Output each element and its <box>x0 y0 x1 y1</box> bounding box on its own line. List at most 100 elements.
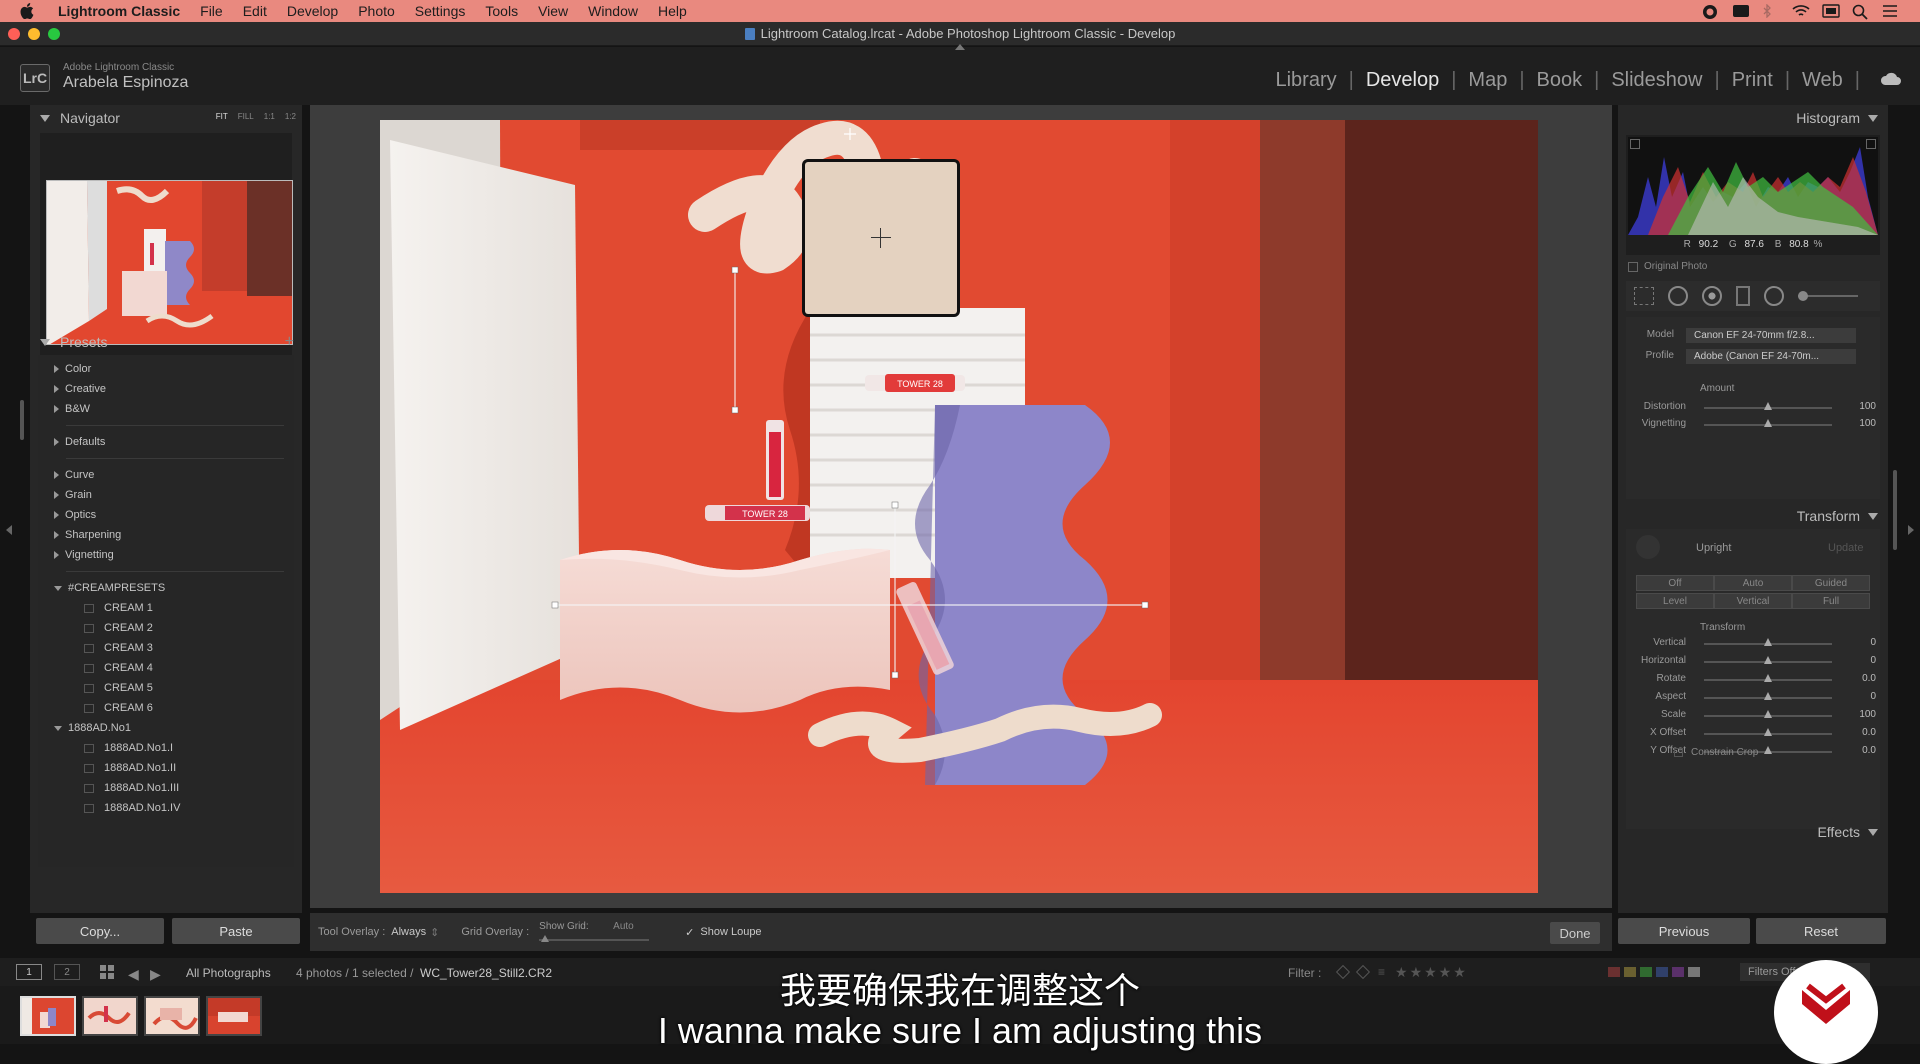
zoom-window-button[interactable] <box>48 28 60 40</box>
preset-group-vignetting[interactable]: Vignetting <box>38 545 294 565</box>
preset-item[interactable]: CREAM 1 <box>38 598 294 618</box>
preset-item[interactable]: CREAM 4 <box>38 658 294 678</box>
vertical-value[interactable]: 0 <box>1870 637 1876 648</box>
preset-folder-creampresets[interactable]: #CREAMPRESETS <box>38 578 294 598</box>
tool-overlay-select[interactable]: Always <box>391 926 426 938</box>
upright-auto-button[interactable]: Auto <box>1714 575 1792 591</box>
menu-photo[interactable]: Photo <box>348 3 405 19</box>
module-map[interactable]: Map <box>1456 69 1519 92</box>
brush-size-slider[interactable] <box>1798 291 1858 301</box>
slider-knob[interactable] <box>1764 656 1772 664</box>
reset-button[interactable]: Reset <box>1756 918 1886 944</box>
preset-item[interactable]: CREAM 2 <box>38 618 294 638</box>
apple-icon[interactable] <box>18 2 36 20</box>
menu-window[interactable]: Window <box>578 3 648 19</box>
menu-view[interactable]: View <box>528 3 578 19</box>
rotate-value[interactable]: 0.0 <box>1862 673 1876 684</box>
shadow-clipping-indicator[interactable] <box>1630 139 1640 149</box>
previous-button[interactable]: Previous <box>1618 918 1750 944</box>
preset-group-color[interactable]: Color <box>38 359 294 379</box>
show-loupe-checkbox[interactable]: ✓ <box>685 926 694 939</box>
menu-app-name[interactable]: Lightroom Classic <box>52 3 190 19</box>
nav-1-1-option[interactable]: 1:1 <box>264 112 275 121</box>
slider-knob[interactable] <box>1764 746 1772 754</box>
menu-develop[interactable]: Develop <box>277 3 348 19</box>
target-adjust-icon[interactable] <box>1636 535 1660 559</box>
grid-opacity-slider[interactable] <box>539 939 650 941</box>
slider-knob[interactable] <box>1764 728 1772 736</box>
constrain-crop-toggle[interactable]: Constrain Crop <box>1674 747 1758 758</box>
preset-group-sharpening[interactable]: Sharpening <box>38 525 294 545</box>
upright-level-button[interactable]: Level <box>1636 593 1714 609</box>
preset-item[interactable]: CREAM 3 <box>38 638 294 658</box>
transform-header[interactable]: Transform <box>1618 503 1888 529</box>
menu-edit[interactable]: Edit <box>233 3 277 19</box>
slider-knob[interactable] <box>1764 638 1772 646</box>
presets-header[interactable]: Presets + <box>30 329 302 355</box>
x-offset-value[interactable]: 0.0 <box>1862 727 1876 738</box>
slider-knob[interactable] <box>1764 674 1772 682</box>
collapse-right-panel-icon[interactable] <box>1908 525 1914 535</box>
module-library[interactable]: Library <box>1263 69 1348 92</box>
navigator-header[interactable]: Navigator FIT FILL 1:1 1:2 <box>30 105 302 131</box>
slider-knob[interactable] <box>1764 692 1772 700</box>
upright-guided-button[interactable]: Guided <box>1792 575 1870 591</box>
preset-folder-1888ad[interactable]: 1888AD.No1 <box>38 718 294 738</box>
screen-share-icon[interactable] <box>1732 4 1749 18</box>
original-photo-toggle[interactable]: Original Photo <box>1628 261 1707 272</box>
slider-knob[interactable] <box>1798 291 1808 301</box>
record-icon[interactable] <box>1702 4 1718 19</box>
menu-settings[interactable]: Settings <box>405 3 476 19</box>
module-slideshow[interactable]: Slideshow <box>1599 69 1714 92</box>
horizontal-value[interactable]: 0 <box>1870 655 1876 666</box>
preset-group-bw[interactable]: B&W <box>38 399 294 419</box>
collapse-triangle-icon[interactable] <box>1868 114 1878 122</box>
close-window-button[interactable] <box>8 28 20 40</box>
menu-help[interactable]: Help <box>648 3 697 19</box>
highlight-clipping-indicator[interactable] <box>1866 139 1876 149</box>
aspect-value[interactable]: 0 <box>1870 691 1876 702</box>
navigator-thumbnail[interactable] <box>46 180 293 345</box>
collapse-top-panel-icon[interactable] <box>955 44 965 50</box>
preset-item[interactable]: 1888AD.No1.I <box>38 738 294 758</box>
left-panel-scrollbar[interactable] <box>20 400 24 440</box>
preset-group-creative[interactable]: Creative <box>38 379 294 399</box>
preset-item[interactable]: 1888AD.No1.II <box>38 758 294 778</box>
preset-item[interactable]: 1888AD.No1.IV <box>38 798 294 818</box>
collapse-triangle-icon[interactable] <box>40 114 50 122</box>
preset-item[interactable]: CREAM 5 <box>38 678 294 698</box>
module-web[interactable]: Web <box>1790 69 1855 92</box>
upright-full-button[interactable]: Full <box>1792 593 1870 609</box>
preset-group-defaults[interactable]: Defaults <box>38 432 294 452</box>
add-preset-button[interactable]: + <box>285 333 294 351</box>
lens-model-select[interactable]: Canon EF 24-70mm f/2.8... <box>1686 328 1856 343</box>
image-canvas[interactable]: TOWER 28 TOWER 28 <box>310 105 1612 908</box>
distortion-value[interactable]: 100 <box>1859 401 1876 412</box>
wifi-icon[interactable] <box>1792 4 1810 18</box>
spot-removal-icon[interactable] <box>1668 286 1688 306</box>
bluetooth-icon[interactable] <box>1762 3 1778 19</box>
spotlight-search-icon[interactable] <box>1852 4 1868 20</box>
constrain-crop-checkbox[interactable] <box>1674 748 1683 757</box>
copy-settings-button[interactable]: Copy... <box>36 918 164 944</box>
upright-update-button[interactable]: Update <box>1828 542 1863 554</box>
histogram-header[interactable]: Histogram <box>1618 105 1888 131</box>
graduated-filter-icon[interactable] <box>1736 286 1750 306</box>
histogram-graph[interactable] <box>1628 137 1878 235</box>
notification-list-icon[interactable] <box>1882 4 1898 18</box>
slider-knob[interactable] <box>1764 402 1772 410</box>
red-eye-icon[interactable] <box>1702 286 1722 306</box>
paste-settings-button[interactable]: Paste <box>172 918 300 944</box>
show-grid-select[interactable]: Auto <box>613 921 634 932</box>
nav-1-2-option[interactable]: 1:2 <box>285 112 296 121</box>
done-button[interactable]: Done <box>1550 922 1600 944</box>
minimize-window-button[interactable] <box>28 28 40 40</box>
collapse-left-panel-icon[interactable] <box>6 525 12 535</box>
module-book[interactable]: Book <box>1525 69 1595 92</box>
vignetting-value[interactable]: 100 <box>1859 418 1876 429</box>
slider-knob[interactable] <box>541 935 550 942</box>
slider-knob[interactable] <box>1764 710 1772 718</box>
slider-knob[interactable] <box>1764 419 1772 427</box>
lens-profile-select[interactable]: Adobe (Canon EF 24-70m... <box>1686 349 1856 364</box>
preset-group-curve[interactable]: Curve <box>38 465 294 485</box>
